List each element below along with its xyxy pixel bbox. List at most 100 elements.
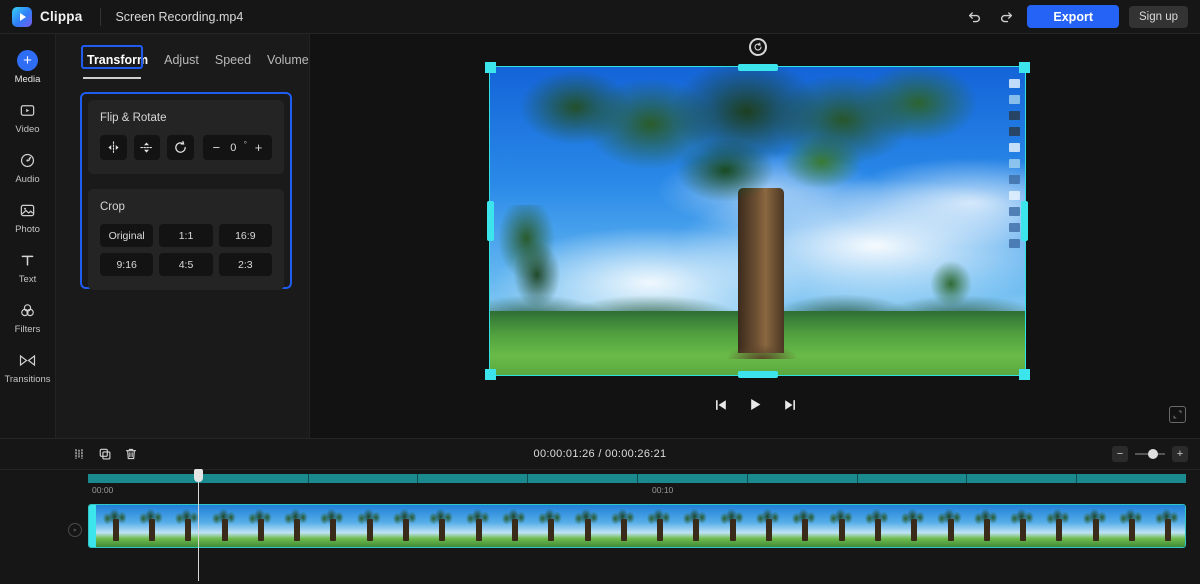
timecode-display: 00:00:01:26 / 00:00:26:21 <box>533 448 667 460</box>
rotation-increase-button[interactable]: + <box>252 141 265 154</box>
crop-ratio-9-16[interactable]: 9:16 <box>100 253 154 276</box>
playhead[interactable] <box>194 469 203 581</box>
clip-thumbnail <box>96 505 133 547</box>
plus-circle-icon: + <box>17 49 38 71</box>
play-icon[interactable] <box>747 396 764 413</box>
resize-handle-bottom-left[interactable] <box>485 369 496 380</box>
ruler-label: 00:00 <box>92 485 114 495</box>
zoom-slider-knob[interactable] <box>1148 449 1158 459</box>
clip-thumbnail <box>458 505 496 547</box>
crop-ratio-2-3[interactable]: 2:3 <box>218 253 272 276</box>
properties-panel: Transform Adjust Speed Volume Flip & Rot… <box>56 34 310 438</box>
sidebar-item-label: Audio <box>15 174 40 185</box>
clip-thumbnail <box>640 505 677 547</box>
fullscreen-icon[interactable] <box>1169 406 1186 423</box>
resize-handle-top-right[interactable] <box>1019 62 1030 73</box>
tab-transform[interactable]: Transform <box>82 50 153 70</box>
timeline-zoom-controls: − + <box>1112 446 1188 462</box>
zoom-in-button[interactable]: + <box>1172 446 1188 462</box>
sidebar-item-audio[interactable]: Audio <box>0 142 55 192</box>
zoom-out-button[interactable]: − <box>1112 446 1128 462</box>
rotation-decrease-button[interactable]: − <box>210 141 223 154</box>
clip-thumbnail <box>350 505 387 547</box>
desktop-icon <box>1008 175 1020 184</box>
sidebar-item-transitions[interactable]: Transitions <box>0 342 55 392</box>
clip-thumbnail <box>821 505 859 547</box>
crop-ratio-grid: Original 1:1 16:9 9:16 4:5 2:3 <box>100 224 272 276</box>
desktop-icon <box>1008 191 1020 200</box>
resize-handle-left[interactable] <box>487 201 494 241</box>
zoom-slider[interactable] <box>1135 449 1165 459</box>
redo-icon[interactable] <box>995 6 1017 28</box>
clip-thumbnail <box>204 505 242 547</box>
sidebar-item-label: Filters <box>14 324 41 335</box>
video-track-icon <box>68 523 82 537</box>
sidebar-item-label: Media <box>14 74 41 85</box>
property-tabs: Transform Adjust Speed Volume <box>56 34 309 70</box>
crop-ratio-original[interactable]: Original <box>100 224 154 247</box>
clip-trim-handle-left[interactable] <box>89 505 96 547</box>
desktop-icon <box>1008 207 1020 216</box>
crop-ratio-4-5[interactable]: 4:5 <box>159 253 213 276</box>
crop-ratio-1-1[interactable]: 1:1 <box>159 224 213 247</box>
undo-icon[interactable] <box>963 6 985 28</box>
clippa-video-editor: Clippa Screen Recording.mp4 Export Sign … <box>0 0 1200 584</box>
desktop-icon <box>1008 143 1020 152</box>
previous-frame-icon[interactable] <box>713 397 729 413</box>
project-filename: Screen Recording.mp4 <box>115 9 244 24</box>
clip-thumbnail <box>894 505 931 547</box>
rotation-stepper[interactable]: − 0 ° + <box>202 135 272 160</box>
resize-handle-top[interactable] <box>737 64 778 71</box>
sidebar-item-photo[interactable]: Photo <box>0 192 55 242</box>
tab-volume[interactable]: Volume <box>262 50 314 70</box>
clip-thumbnail <box>1003 505 1040 547</box>
clip-thumbnail <box>967 505 1004 547</box>
desktop-icon <box>1008 127 1020 136</box>
tab-adjust[interactable]: Adjust <box>159 50 204 70</box>
audio-icon <box>19 149 36 171</box>
timeline-ruler[interactable]: 00:00 00:10 <box>0 469 1200 497</box>
divider <box>100 7 102 26</box>
resize-handle-right[interactable] <box>1021 201 1028 241</box>
crop-ratio-16-9[interactable]: 16:9 <box>218 224 272 247</box>
clip-thumbnail <box>277 505 314 547</box>
top-bar: Clippa Screen Recording.mp4 Export Sign … <box>0 0 1200 34</box>
ruler-label: 00:10 <box>652 485 674 495</box>
sidebar-item-video[interactable]: Video <box>0 92 55 142</box>
rotate-icon[interactable] <box>167 135 194 160</box>
crop-title: Crop <box>100 201 125 213</box>
crop-section: Crop Original 1:1 16:9 9:16 4:5 2:3 <box>88 189 284 290</box>
rotate-handle-icon[interactable] <box>748 38 767 56</box>
clip-thumbnails <box>96 505 1185 547</box>
sidebar-item-filters[interactable]: Filters <box>0 292 55 342</box>
resize-handle-bottom[interactable] <box>737 371 778 378</box>
export-button[interactable]: Export <box>1027 5 1119 28</box>
desktop-icon <box>1008 111 1020 120</box>
sidebar-item-text[interactable]: Text <box>0 242 55 292</box>
transitions-icon <box>18 349 37 371</box>
next-frame-icon[interactable] <box>782 397 798 413</box>
photo-icon <box>19 199 36 221</box>
ruler-bar[interactable] <box>88 474 1186 483</box>
resize-handle-bottom-right[interactable] <box>1019 369 1030 380</box>
desktop-icon <box>1008 239 1020 248</box>
sidebar-item-media[interactable]: + Media <box>0 42 55 92</box>
preview-area <box>310 34 1200 438</box>
video-selection-stage[interactable] <box>485 38 1030 380</box>
video-clip[interactable] <box>88 504 1186 548</box>
timeline-toolbar: 00:00:01:26 / 00:00:26:21 − + <box>0 439 1200 469</box>
flip-vertical-icon[interactable] <box>133 135 161 160</box>
sign-up-button[interactable]: Sign up <box>1128 5 1188 28</box>
flip-horizontal-icon[interactable] <box>100 135 127 160</box>
clip-thumbnail <box>1148 505 1185 547</box>
flip-rotate-controls: − 0 ° + <box>100 135 272 160</box>
active-tab-underline <box>83 77 141 79</box>
desktop-icon <box>1008 79 1020 88</box>
text-icon <box>19 249 36 271</box>
degree-unit: ° <box>243 140 247 149</box>
rotation-value: 0 <box>230 141 237 154</box>
tab-speed[interactable]: Speed <box>210 50 256 70</box>
clip-thumbnail <box>1039 505 1077 547</box>
tree-canopy <box>490 67 1025 271</box>
resize-handle-top-left[interactable] <box>485 62 496 73</box>
